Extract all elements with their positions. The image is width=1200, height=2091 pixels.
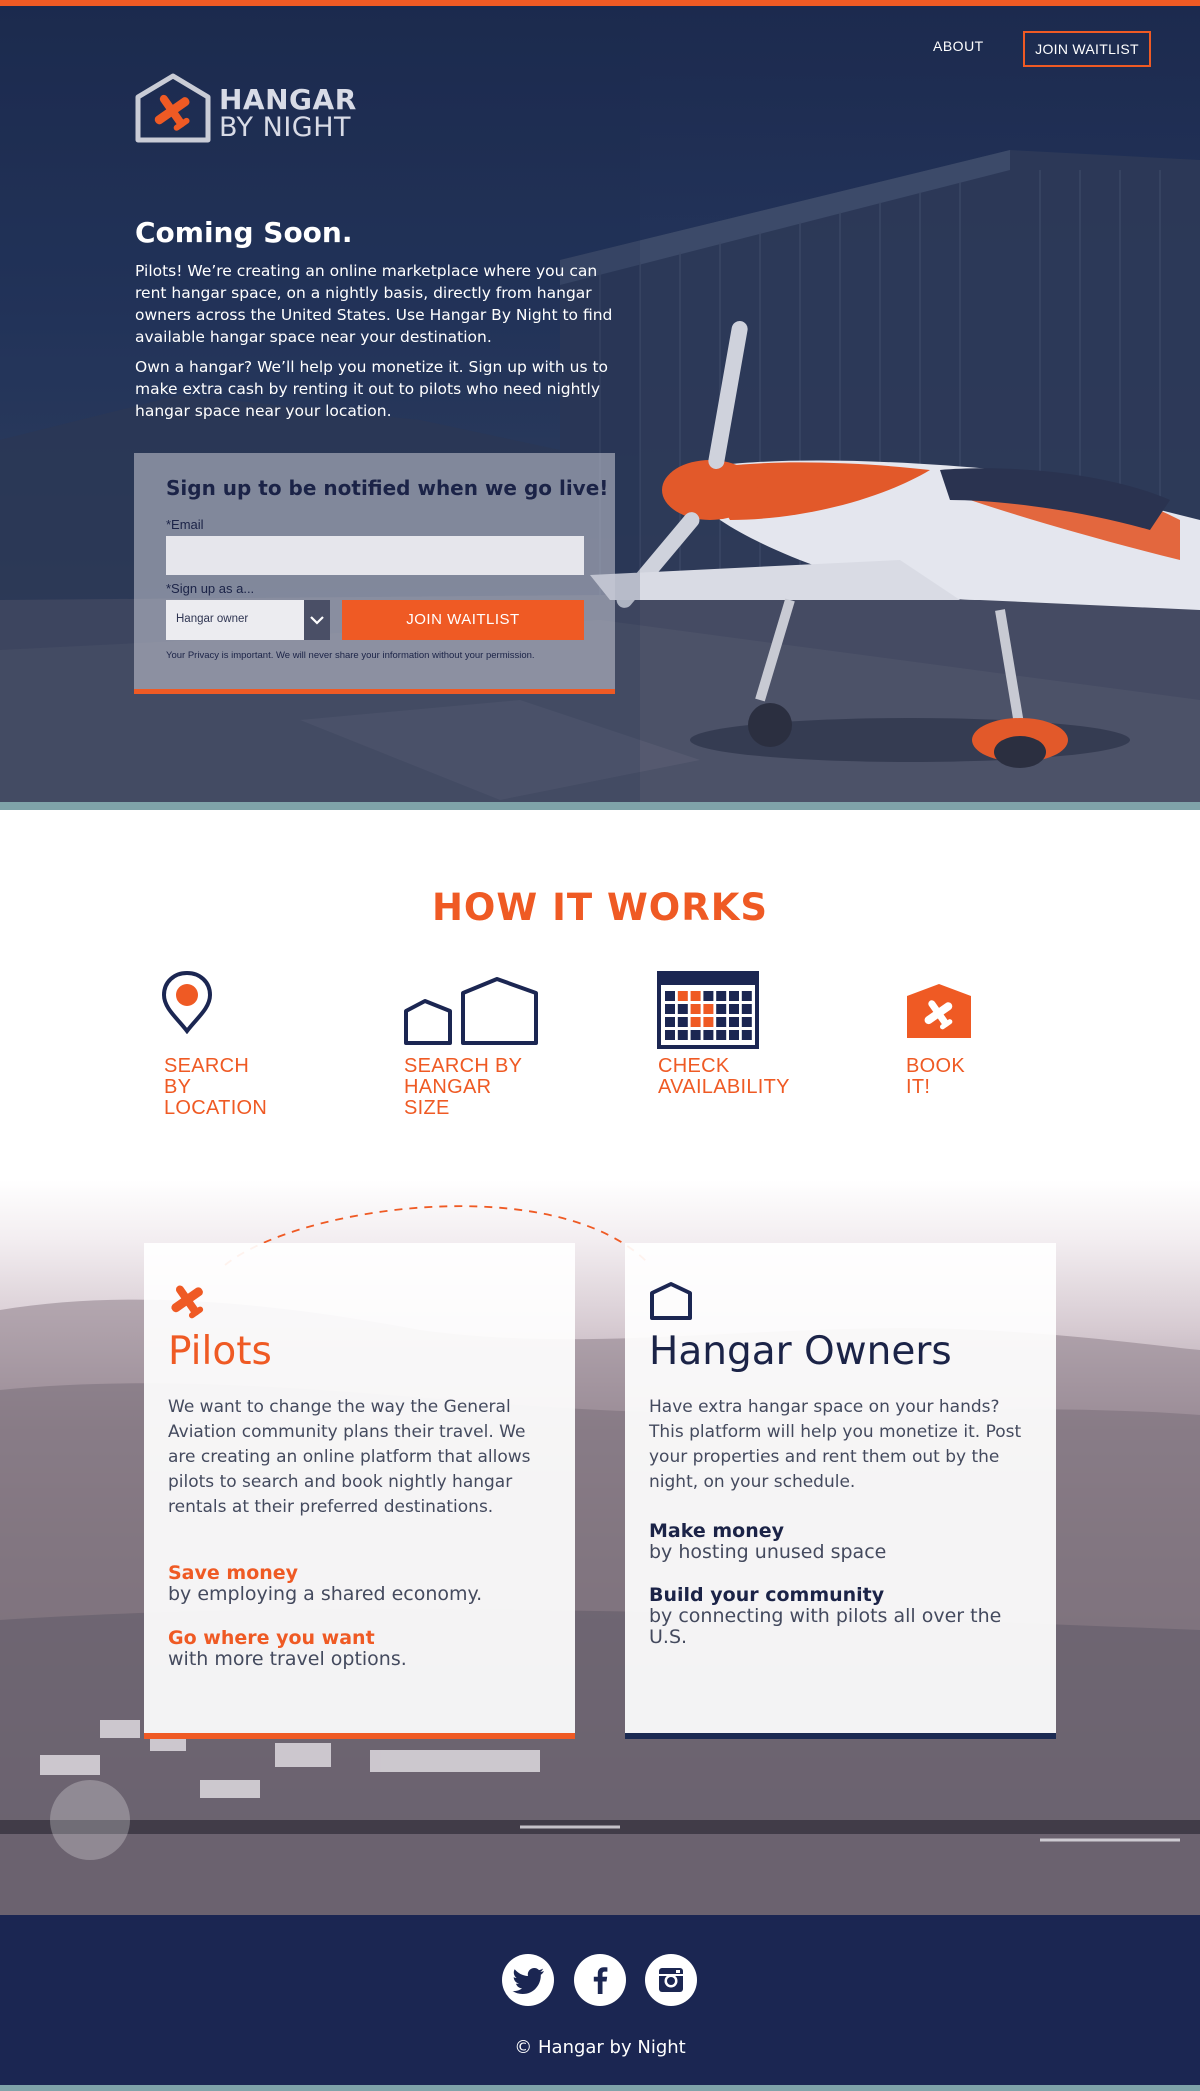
plane-icon	[171, 1285, 204, 1319]
step-label: BOOK IT!	[906, 1056, 973, 1098]
hangar-size-icon	[404, 977, 538, 1045]
owners-description: Have extra hangar space on your hands? T…	[649, 1397, 1022, 1492]
map-pin-icon	[161, 970, 213, 1035]
logo-line2: BY NIGHT	[219, 112, 351, 143]
copyright-text: © Hangar by Night	[514, 2037, 686, 2058]
calendar-cell	[703, 1030, 714, 1040]
calendar-cell	[741, 991, 752, 1001]
hangar-owners-card: Hangar Owners Have extra hangar space on…	[625, 1243, 1056, 1739]
calendar-cell	[716, 1004, 727, 1014]
calendar-cell	[665, 991, 675, 1001]
logo-text: HANGAR BY NIGHT	[219, 86, 357, 142]
hangar-icon	[650, 1282, 692, 1320]
calendar-cell	[665, 1004, 675, 1014]
benefit-item: Go where you want with more travel optio…	[168, 1628, 558, 1670]
hero-paragraph-pilots: Pilots! We’re creating an online marketp…	[135, 262, 613, 346]
benefit-item: Make money by hosting unused space	[649, 1521, 1039, 1563]
how-it-works-title: HOW IT WORKS	[431, 886, 769, 929]
calendar-cell	[741, 1017, 752, 1027]
calendar-cell	[729, 1017, 739, 1027]
calendar-cell	[677, 1004, 688, 1014]
step-label-line1: BOOK IT!	[906, 1055, 965, 1098]
calendar-cell	[741, 1004, 752, 1014]
email-field[interactable]	[166, 536, 584, 575]
calendar-cell	[690, 1017, 701, 1027]
calendar-cell	[716, 991, 727, 1001]
benefit-title: Go where you want	[168, 1627, 375, 1649]
step-label-line1: SEARCH BY	[164, 1055, 250, 1098]
role-label: *Sign up as a...	[166, 581, 255, 596]
benefit-title: Make money	[649, 1520, 785, 1542]
owners-title: Hangar Owners	[649, 1329, 952, 1374]
footer-bottom-bar	[0, 2085, 1200, 2091]
benefit-subtitle: by connecting with pilots all over the U…	[649, 1605, 1002, 1648]
step-label-line1: CHECK	[658, 1055, 730, 1077]
calendar-cell	[665, 1017, 675, 1027]
facebook-icon[interactable]	[574, 1954, 626, 2006]
hero-title: Coming Soon.	[135, 216, 353, 249]
hero-paragraph-owners: Own a hangar? We’ll help you monetize it…	[135, 358, 609, 420]
privacy-note: Your Privacy is important. We will never…	[166, 650, 535, 661]
nav-about-link[interactable]: ABOUT	[933, 38, 984, 54]
chevron-down-icon[interactable]	[304, 600, 330, 640]
top-accent-bar	[0, 0, 1200, 6]
calendar-cell	[677, 991, 688, 1001]
step-search-size: SEARCH BY HANGAR SIZE	[403, 976, 539, 1119]
logo-line1: HANGAR	[219, 83, 357, 116]
role-select[interactable]: Hangar owner	[166, 600, 330, 640]
signup-title: Sign up to be notified when we go live!	[166, 476, 609, 500]
calendar-cell	[677, 1017, 688, 1027]
calendar-cell	[729, 991, 739, 1001]
calendar-cell	[741, 1030, 752, 1040]
calendar-cell	[665, 1030, 675, 1040]
calendar-cell	[703, 991, 714, 1001]
step-label-line2: HANGAR SIZE	[404, 1076, 492, 1119]
hero-section: ABOUT JOIN WAITLIST HANGAR BY NIGHT Comi…	[0, 0, 1200, 810]
step-search-location: SEARCH BY LOCATION	[160, 970, 267, 1119]
calendar-cell	[716, 1017, 727, 1027]
signup-form: Sign up to be notified when we go live! …	[134, 453, 615, 694]
benefit-subtitle: by hosting unused space	[649, 1541, 887, 1563]
calendar-cell	[703, 1004, 714, 1014]
benefit-subtitle: with more travel options.	[168, 1648, 407, 1670]
pilots-title: Pilots	[168, 1329, 272, 1374]
step-label-line2: LOCATION	[164, 1097, 268, 1119]
calendar-cell	[690, 991, 701, 1001]
email-label: *Email	[166, 517, 204, 532]
pilots-card: Pilots We want to change the way the Gen…	[144, 1243, 575, 1739]
site-logo[interactable]: HANGAR BY NIGHT	[133, 72, 373, 144]
join-waitlist-button[interactable]: JOIN WAITLIST	[342, 600, 584, 640]
twitter-icon[interactable]	[502, 1954, 554, 2006]
nav-join-waitlist-button[interactable]: JOIN WAITLIST	[1023, 31, 1151, 67]
calendar-icon	[657, 971, 759, 1049]
step-book-it: BOOK IT!	[905, 982, 973, 1098]
calendar-cell	[729, 1004, 739, 1014]
hero-bottom-bar	[0, 802, 1200, 810]
benefit-title: Save money	[168, 1562, 299, 1584]
benefit-title: Build your community	[649, 1584, 885, 1606]
pilots-description: We want to change the way the General Av…	[168, 1397, 531, 1517]
benefit-subtitle: by employing a shared economy.	[168, 1583, 483, 1605]
step-check-availability: CHECK AVAILABILITY	[657, 971, 790, 1098]
calendar-cell	[690, 1004, 701, 1014]
instagram-icon[interactable]	[645, 1954, 697, 2006]
step-label: SEARCH BY LOCATION	[164, 1056, 267, 1119]
step-label-line2: AVAILABILITY	[658, 1076, 790, 1098]
calendar-cell	[703, 1017, 714, 1027]
plane-house-icon	[135, 73, 211, 143]
step-label-line1: SEARCH BY	[404, 1055, 523, 1077]
plane-badge-icon	[907, 984, 971, 1038]
calendar-cell	[690, 1030, 701, 1040]
calendar-cell	[716, 1030, 727, 1040]
benefit-item: Build your community by connecting with …	[649, 1585, 1039, 1648]
step-label: SEARCH BY HANGAR SIZE	[404, 1056, 539, 1119]
calendar-cell	[729, 1030, 739, 1040]
step-label: CHECK AVAILABILITY	[658, 1056, 790, 1098]
role-select-value: Hangar owner	[176, 613, 249, 625]
benefit-item: Save money by employing a shared economy…	[168, 1563, 558, 1605]
calendar-cell	[677, 1030, 688, 1040]
